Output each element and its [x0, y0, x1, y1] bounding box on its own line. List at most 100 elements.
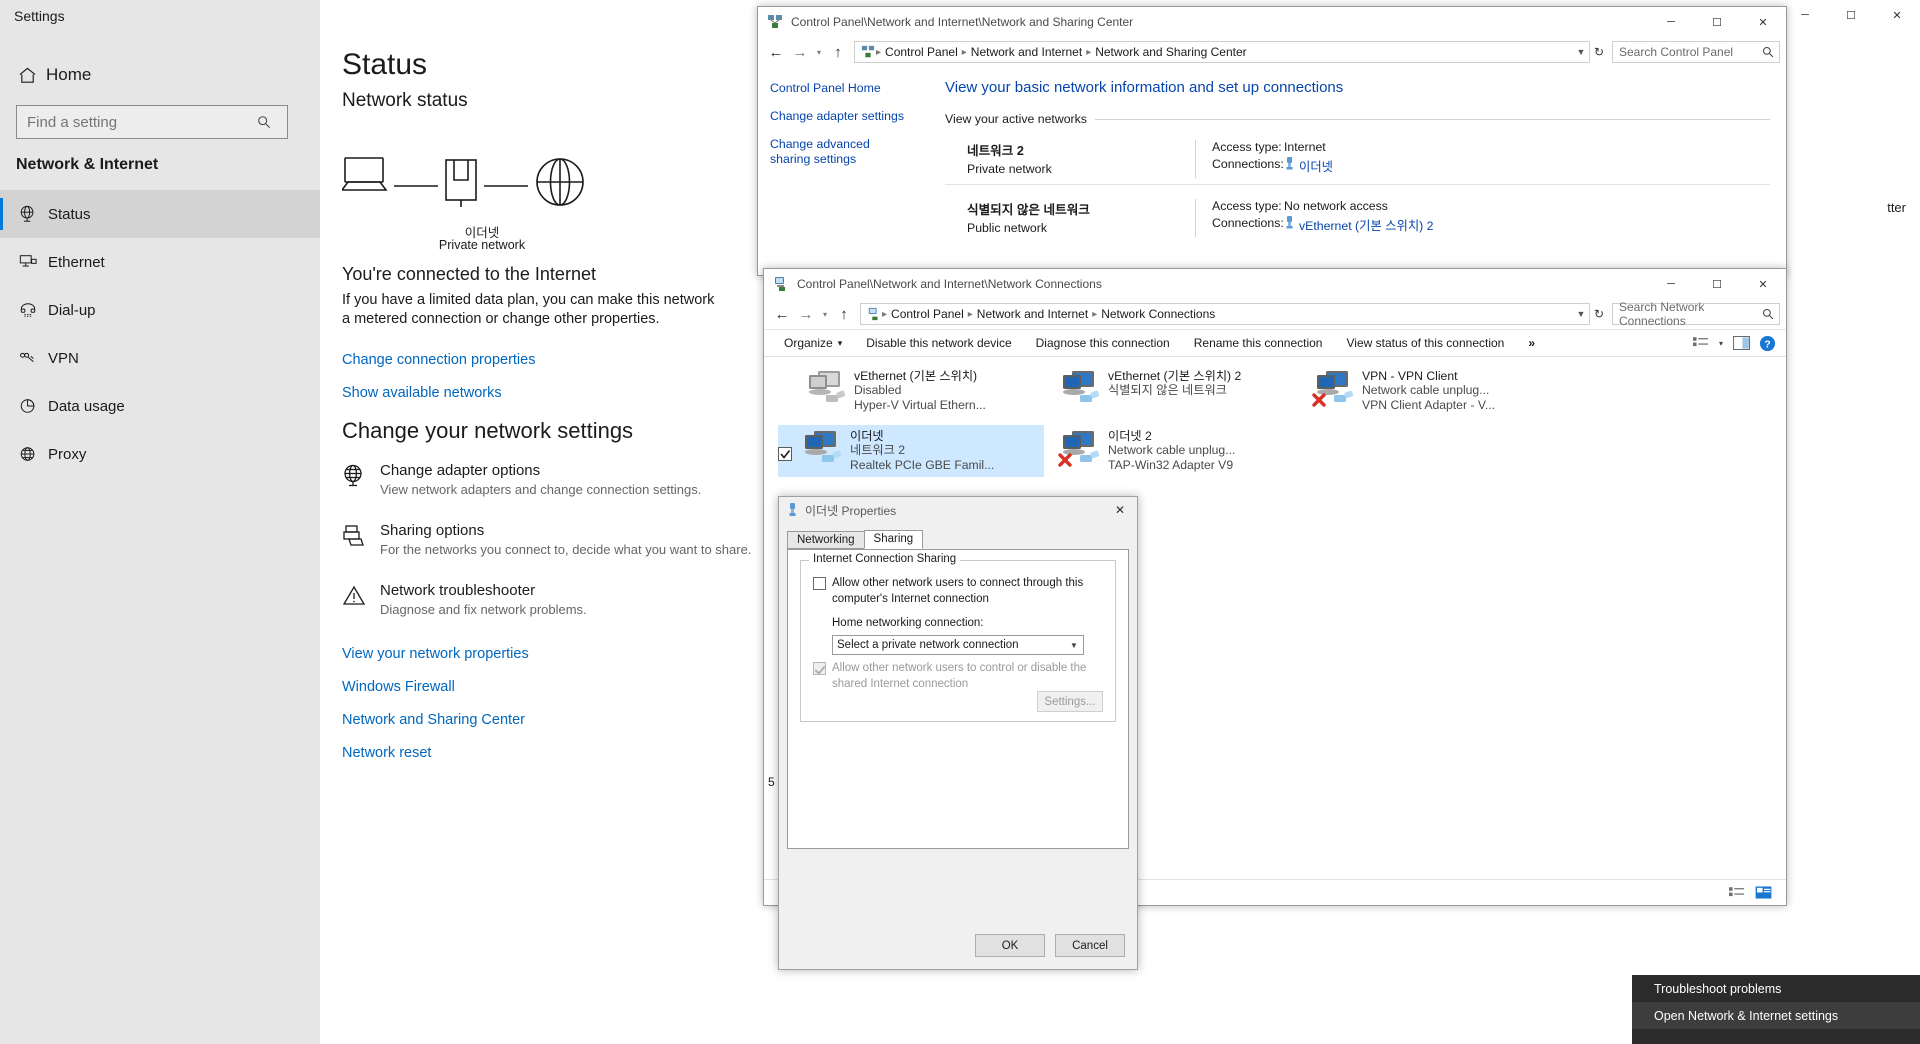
link-change-adapter-settings[interactable]: Change adapter settings [770, 109, 933, 124]
search-field[interactable] [17, 112, 249, 132]
tile-change-adapter-options[interactable]: Change adapter options View network adap… [342, 462, 762, 497]
breadcrumb-sharing-center[interactable]: Network and Sharing Center [1092, 45, 1249, 59]
toolbar-diagnose-button[interactable]: Diagnose this connection [1024, 329, 1182, 357]
link-change-connection-properties[interactable]: Change connection properties [342, 352, 535, 368]
up-icon[interactable]: ↑ [832, 302, 856, 326]
sidebar-item-home[interactable]: Home [8, 58, 308, 92]
dialog-titlebar[interactable]: 이더넷 Properties ✕ [779, 497, 1137, 523]
sidebar-item-ethernet[interactable]: Ethernet [0, 238, 320, 286]
toolbar-view-status-button[interactable]: View status of this connection [1334, 329, 1516, 357]
nsc-maximize-button[interactable]: ☐ [1694, 7, 1740, 37]
sidebar-item-data-usage[interactable]: Data usage [0, 382, 320, 430]
nsc-titlebar[interactable]: Control Panel\Network and Internet\Netwo… [758, 7, 1786, 37]
ctx-troubleshoot-problems[interactable]: Troubleshoot problems [1632, 975, 1920, 1002]
nsc-search-input[interactable]: Search Control Panel [1612, 41, 1780, 63]
adapter-name: vEthernet (기본 스위치) 2 [1108, 369, 1242, 383]
breadcrumb-control-panel[interactable]: Control Panel [882, 45, 961, 59]
tab-sharing[interactable]: Sharing [863, 530, 924, 549]
network-connections-icon [773, 276, 789, 292]
back-icon[interactable]: ← [770, 302, 794, 326]
details-view-icon[interactable] [1724, 882, 1750, 904]
link-change-advanced-sharing[interactable]: Change advanced sharing settings [770, 137, 910, 167]
network-details: Access type: No network access Connectio… [1195, 199, 1770, 237]
chevron-down-icon[interactable]: ▾ [1714, 332, 1728, 354]
bg-maximize-button[interactable]: ☐ [1828, 0, 1874, 30]
refresh-icon[interactable]: ↻ [1590, 307, 1608, 321]
tiles-view-icon[interactable] [1750, 882, 1776, 904]
nsc-address-bar[interactable]: ▸ Control Panel ▸ Network and Internet ▸… [854, 41, 1590, 63]
adapter-item[interactable]: vEthernet (기본 스위치) Disabled Hyper-V Virt… [782, 365, 1044, 417]
sidebar-item-label: Data usage [48, 397, 125, 415]
adapter-item[interactable]: VPN - VPN Client Network cable unplug...… [1290, 365, 1552, 417]
chevron-down-icon[interactable]: ▼ [1065, 641, 1083, 650]
breadcrumb-control-panel[interactable]: Control Panel [888, 307, 967, 321]
connection-link[interactable]: vEthernet (기본 스위치) 2 [1299, 216, 1433, 234]
tile-desc: View network adapters and change connect… [380, 482, 702, 497]
preview-pane-icon[interactable] [1728, 332, 1754, 354]
adapter-icon-disabled [804, 369, 852, 417]
breadcrumb-network-internet[interactable]: Network and Internet [968, 45, 1085, 59]
bg-close-button[interactable]: ✕ [1874, 0, 1920, 30]
link-control-panel-home[interactable]: Control Panel Home [770, 81, 933, 96]
breadcrumb-network-connections[interactable]: Network Connections [1098, 307, 1218, 321]
tile-network-troubleshooter[interactable]: Network troubleshooter Diagnose and fix … [342, 582, 762, 617]
allow-connect-row[interactable]: Allow other network users to connect thr… [813, 577, 1113, 606]
chevron-down-icon[interactable]: ▼ [1573, 309, 1589, 319]
home-networking-connection-select[interactable]: Select a private network connection ▼ [832, 635, 1084, 655]
ctx-open-network-settings[interactable]: Open Network & Internet settings [1632, 1002, 1920, 1029]
nc-address-bar[interactable]: ▸ Control Panel ▸ Network and Internet ▸… [860, 303, 1590, 325]
adapter-device: 식별되지 않은 네트워크 [1108, 383, 1227, 397]
nc-minimize-button[interactable]: ─ [1648, 269, 1694, 299]
nc-titlebar[interactable]: Control Panel\Network and Internet\Netwo… [764, 269, 1786, 299]
dialog-close-button[interactable]: ✕ [1103, 497, 1137, 523]
sidebar-item-proxy[interactable]: Proxy [0, 430, 320, 478]
adapter-item-selected[interactable]: 이더넷 네트워크 2 Realtek PCIe GBE Famil... [778, 425, 1044, 477]
search-input[interactable] [16, 105, 288, 139]
link-show-available-networks[interactable]: Show available networks [342, 385, 502, 401]
up-icon[interactable]: ↑ [826, 40, 850, 64]
nc-search-input[interactable]: Search Network Connections [1612, 300, 1780, 328]
adapter-item[interactable]: vEthernet (기본 스위치) 2 식별되지 않은 네트워크 [1036, 365, 1298, 417]
toolbar-overflow-button[interactable]: » [1516, 329, 1547, 357]
nc-toolbar: Organize ▾ Disable this network device D… [764, 329, 1786, 357]
bg-minimize-button[interactable]: ─ [1782, 0, 1828, 30]
view-options-icon[interactable] [1688, 332, 1714, 354]
sidebar-item-vpn[interactable]: VPN [0, 334, 320, 382]
toolbar-disable-device-button[interactable]: Disable this network device [854, 329, 1023, 357]
access-type-label: Access type: [1212, 140, 1282, 154]
allow-connect-checkbox[interactable] [813, 577, 826, 590]
access-type-value: Internet [1284, 140, 1326, 154]
help-icon[interactable]: ? [1754, 332, 1780, 354]
link-network-reset[interactable]: Network reset [342, 745, 431, 761]
nc-close-button[interactable]: ✕ [1740, 269, 1786, 299]
allow-control-line1: Allow other network users to control or … [832, 662, 1087, 674]
back-icon[interactable]: ← [764, 40, 788, 64]
link-network-sharing-center[interactable]: Network and Sharing Center [342, 712, 525, 728]
tab-networking[interactable]: Networking [787, 531, 865, 549]
ethernet-plug-icon [787, 503, 798, 517]
forward-icon[interactable]: → [788, 40, 812, 64]
breadcrumb-network-internet[interactable]: Network and Internet [974, 307, 1091, 321]
link-view-network-properties[interactable]: View your network properties [342, 646, 529, 662]
sidebar-item-dialup[interactable]: Dial-up [0, 286, 320, 334]
nsc-minimize-button[interactable]: ─ [1648, 7, 1694, 37]
tile-sharing-options[interactable]: Sharing options For the networks you con… [342, 522, 762, 557]
toolbar-organize-button[interactable]: Organize ▾ [772, 329, 854, 357]
connection-link[interactable]: 이더넷 [1299, 157, 1333, 175]
adapter-checkbox[interactable] [778, 429, 800, 477]
nc-maximize-button[interactable]: ☐ [1694, 269, 1740, 299]
recent-locations-icon[interactable]: ▾ [812, 40, 826, 64]
recent-locations-icon[interactable]: ▾ [818, 302, 832, 326]
connections-line: Connections: 이더넷 [1212, 157, 1770, 175]
link-windows-firewall[interactable]: Windows Firewall [342, 679, 455, 695]
adapter-item[interactable]: 이더넷 2 Network cable unplug... TAP-Win32 … [1036, 425, 1298, 477]
chevron-down-icon[interactable]: ▼ [1573, 47, 1589, 57]
toolbar-rename-button[interactable]: Rename this connection [1182, 329, 1335, 357]
cancel-button[interactable]: Cancel [1055, 934, 1125, 957]
breadcrumb-sep: ▸ [967, 308, 973, 320]
refresh-icon[interactable]: ↻ [1590, 45, 1608, 59]
nsc-close-button[interactable]: ✕ [1740, 7, 1786, 37]
sidebar-item-status[interactable]: Status [0, 190, 320, 238]
forward-icon[interactable]: → [794, 302, 818, 326]
ok-button[interactable]: OK [975, 934, 1045, 957]
